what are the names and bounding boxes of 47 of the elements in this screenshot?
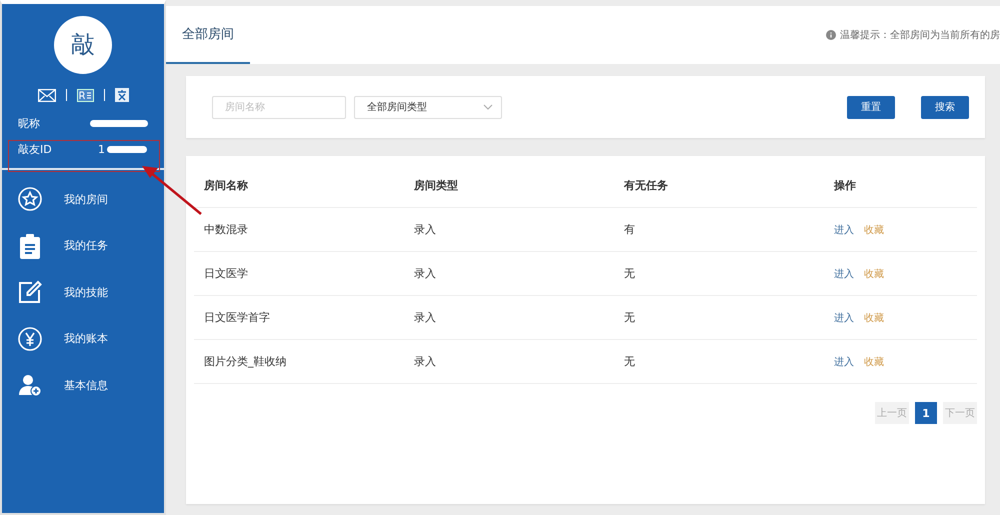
redaction-scribble [90,120,148,126]
table-cell-text: 无 [624,354,636,369]
page-button[interactable]: 1 [915,402,937,424]
table-cell-text: 中数混录 [204,222,249,237]
avatar: 敲 [54,16,112,74]
chevron-down-icon [483,104,493,110]
table-cell-text: 无 [624,310,636,325]
column-header: 房间名称 [204,178,249,193]
column-header: 操作 [834,178,857,193]
column-header: 房间类型 [414,178,459,193]
translate-icon[interactable] [114,88,128,102]
id-card-icon[interactable] [76,88,94,102]
yen-icon [18,326,42,351]
menu-item[interactable]: 基本信息 [2,362,164,408]
tab[interactable]: 全部房间 [166,6,250,64]
hint-text: 温馨提示：全部房间为当前所有的房 [840,28,1000,42]
nickname-label: 昵称 [18,116,41,130]
menu-item[interactable]: 我的任务 [2,222,164,269]
table-cell-text: 录入 [414,266,437,281]
user-id-value: 1 [98,142,105,156]
room-type-select[interactable]: 全部房间类型 [354,96,502,118]
edit-icon [18,280,42,304]
enter-link[interactable]: 进入 [834,312,854,324]
table-cell-text: 日文医学首字 [204,310,271,325]
search-button[interactable]: 搜索 [921,96,969,118]
menu-item[interactable]: 我的技能 [2,269,164,316]
table-cell-text: 录入 [414,354,437,369]
table-cell-text: 图片分类_鞋收纳 [204,354,288,369]
room-name-field[interactable]: 房间名称 [212,96,346,118]
redaction-scribble [107,146,147,152]
user-add-icon [18,373,42,398]
enter-link[interactable]: 进入 [834,268,854,280]
mail-icon[interactable] [38,88,56,102]
table-cell-text: 录入 [414,310,437,325]
table-cell-text: 录入 [414,222,437,237]
reset-button[interactable]: 重置 [847,96,895,118]
enter-link[interactable]: 进入 [834,356,854,368]
table-cell-text: 有 [624,222,636,237]
menu-item[interactable]: 我的房间 [2,176,164,222]
user-id-label: 敲友ID [18,142,53,156]
table-cell-text: 日文医学 [204,266,249,281]
table-cell-text: 无 [624,266,636,281]
info-icon [826,30,836,40]
column-header: 有无任务 [624,178,669,193]
enter-link[interactable]: 进入 [834,224,854,236]
clipboard-icon [18,232,42,259]
menu-item[interactable]: 我的账本 [2,316,164,362]
